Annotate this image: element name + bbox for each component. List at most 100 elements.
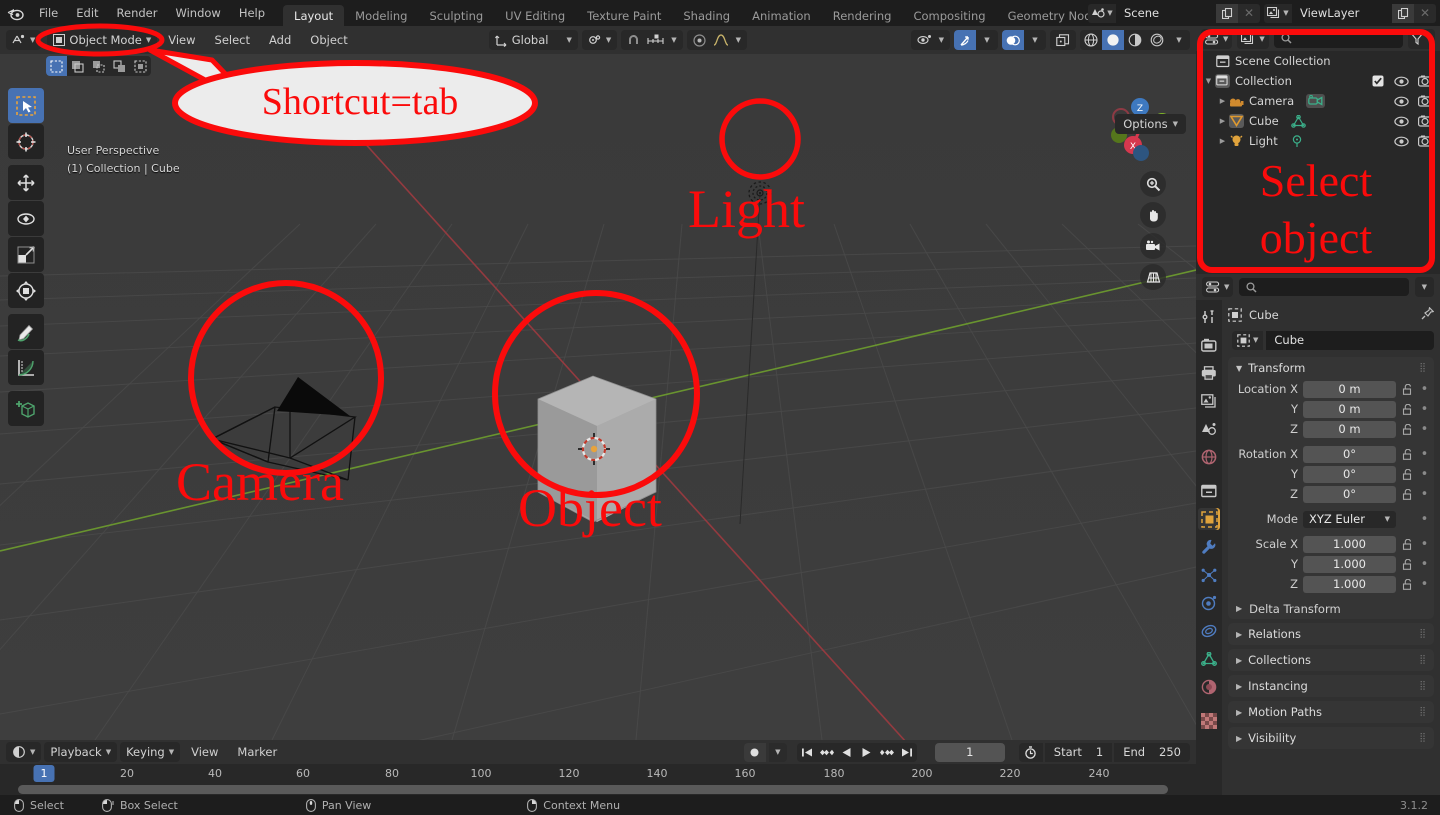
light-eye-icon[interactable] [1394, 136, 1409, 147]
toggle-ortho-icon[interactable] [1140, 264, 1166, 290]
scale-z-lock-icon[interactable] [1401, 578, 1414, 590]
select-mode-circle[interactable] [88, 56, 109, 76]
drag-handle-icon[interactable]: ⣿ [1419, 363, 1426, 373]
outliner-editor[interactable]: ▼ ▼ ▼ Scene Collection ▼ Collection ▶ Ca… [1196, 26, 1440, 274]
tab-texture-paint[interactable]: Texture Paint [576, 5, 672, 26]
tab-compositing[interactable]: Compositing [902, 5, 996, 26]
viewport-menu-object[interactable]: Object [302, 30, 355, 50]
wrench-icon[interactable] [1198, 536, 1220, 558]
drag-handle-icon[interactable]: ⣿ [1419, 733, 1426, 743]
object-types-visibility-icon[interactable]: ▼ [910, 30, 950, 50]
checker-texture-icon[interactable] [1198, 710, 1220, 732]
rotation-x-value[interactable]: 0° [1303, 445, 1396, 463]
rotation-z-lock-icon[interactable] [1401, 488, 1414, 500]
annotate-tool[interactable] [8, 314, 44, 349]
collection-box-icon[interactable] [1198, 480, 1220, 502]
instancing-panel[interactable]: ▶ Instancing ⣿ [1228, 675, 1434, 697]
shading-wireframe-icon[interactable] [1080, 30, 1102, 50]
pan-hand-icon[interactable] [1140, 202, 1166, 228]
object-square-icon[interactable] [1198, 508, 1220, 530]
location-y-animate-dot[interactable]: • [1419, 403, 1430, 416]
scale-x-animate-dot[interactable]: • [1419, 538, 1430, 551]
object-name-field[interactable]: ▼ Cube [1232, 329, 1434, 351]
menu-edit[interactable]: Edit [67, 0, 107, 26]
images-icon[interactable] [1198, 390, 1220, 412]
funnel-icon[interactable]: ▼ [1407, 28, 1435, 49]
location-z-lock-icon[interactable] [1401, 423, 1414, 435]
visibility-panel-header[interactable]: ▶ Visibility ⣿ [1228, 727, 1434, 749]
delta-transform-subpanel[interactable]: ▶ Delta Transform [1228, 598, 1434, 619]
blender-logo-icon[interactable] [0, 6, 30, 21]
select-mode-extend[interactable] [130, 56, 151, 76]
frame-start-field[interactable]: Start 1 [1044, 742, 1113, 762]
rotation-z-animate-dot[interactable]: • [1419, 488, 1430, 501]
particles-icon[interactable] [1198, 564, 1220, 586]
drag-handle-icon[interactable]: ⣿ [1419, 655, 1426, 665]
scale-y-animate-dot[interactable]: • [1419, 558, 1430, 571]
current-frame-field[interactable]: 1 [934, 742, 1005, 762]
transform-tool[interactable] [8, 273, 44, 308]
outliner-display-mode-icon[interactable]: ▼ [1201, 28, 1233, 49]
timeline-menu-playback[interactable]: Playback ▼ [44, 742, 118, 762]
rotate-tool[interactable] [8, 201, 44, 236]
mesh-data-triangle-icon[interactable] [1198, 648, 1220, 670]
expand-camera-icon[interactable]: ▶ [1216, 97, 1229, 105]
collection-eye-icon[interactable] [1394, 76, 1409, 87]
outliner-row-camera[interactable]: ▶ Camera [1196, 91, 1440, 111]
transform-orientation-dropdown[interactable]: Global ▼ [488, 30, 578, 50]
timeline-horizontal-scrollbar[interactable] [18, 785, 1168, 794]
zoom-icon[interactable] [1140, 171, 1166, 197]
render-camera-icon[interactable] [1198, 334, 1220, 356]
camera-render-icon[interactable] [1418, 95, 1432, 107]
tab-layout[interactable]: Layout [283, 5, 345, 26]
cube-render-icon[interactable] [1418, 115, 1432, 127]
tab-rendering[interactable]: Rendering [822, 5, 903, 26]
add-cube-tool[interactable] [8, 391, 44, 426]
rotation-y-animate-dot[interactable]: • [1419, 468, 1430, 481]
auto-keying-record-icon[interactable] [743, 742, 766, 762]
cube-eye-icon[interactable] [1394, 116, 1409, 127]
outliner-row-cube[interactable]: ▶ Cube [1196, 111, 1440, 131]
location-x-animate-dot[interactable]: • [1419, 383, 1430, 396]
drag-handle-icon[interactable]: ⣿ [1419, 707, 1426, 717]
select-mode-tweak[interactable] [46, 56, 67, 76]
transform-panel-header[interactable]: ▼ Transform ⣿ [1228, 357, 1434, 379]
physics-orbit-icon[interactable] [1198, 592, 1220, 614]
gizmo-icon[interactable] [954, 30, 976, 50]
rotation-z-value[interactable]: 0° [1303, 485, 1396, 503]
camera-eye-icon[interactable] [1394, 96, 1409, 107]
visibility-panel[interactable]: ▶ Visibility ⣿ [1228, 727, 1434, 749]
rotation-mode-animate-dot[interactable]: • [1419, 513, 1430, 526]
relations-panel[interactable]: ▶ Relations ⣿ [1228, 623, 1434, 645]
close-scene-icon[interactable]: ✕ [1238, 3, 1260, 23]
timeline-body[interactable]: 1 20 40 60 80 100 120 140 160 180 200 22… [0, 764, 1196, 795]
select-mode-lasso[interactable] [109, 56, 130, 76]
timeline-ruler[interactable]: 1 20 40 60 80 100 120 140 160 180 200 22… [0, 764, 1196, 784]
shading-mode-group[interactable]: ▼ [1080, 30, 1190, 50]
rotation-y-value[interactable]: 0° [1303, 465, 1396, 483]
material-sphere-icon[interactable] [1198, 676, 1220, 698]
timeline-playhead[interactable]: 1 [33, 765, 55, 782]
object-mode-dropdown[interactable]: Object Mode ▼ [47, 30, 158, 50]
frame-end-field[interactable]: End 250 [1114, 742, 1190, 762]
tab-animation[interactable]: Animation [741, 5, 822, 26]
menu-file[interactable]: File [30, 0, 67, 26]
tab-uv-editing[interactable]: UV Editing [494, 5, 576, 26]
viewport-options-dropdown[interactable]: Options ▼ [1115, 114, 1186, 134]
menu-help[interactable]: Help [230, 0, 274, 26]
viewlayer-name[interactable]: ViewLayer [1292, 3, 1392, 23]
rotation-y-lock-icon[interactable] [1401, 468, 1414, 480]
pin-icon[interactable] [1421, 306, 1435, 323]
mesh-data-icon[interactable] [1290, 114, 1306, 128]
auto-keying-dropdown[interactable]: ▼ [768, 742, 787, 762]
collections-panel[interactable]: ▶ Collections ⣿ [1228, 649, 1434, 671]
scale-x-lock-icon[interactable] [1401, 538, 1414, 550]
outliner-search-input[interactable] [1273, 29, 1403, 48]
select-mode-box[interactable] [67, 56, 88, 76]
expand-collection-icon[interactable]: ▼ [1202, 77, 1215, 85]
scale-y-value[interactable]: 1.000 [1303, 555, 1396, 573]
new-viewlayer-icon[interactable] [1392, 3, 1414, 23]
location-y-value[interactable]: 0 m [1303, 400, 1396, 418]
tab-modeling[interactable]: Modeling [344, 5, 418, 26]
relations-panel-header[interactable]: ▶ Relations ⣿ [1228, 623, 1434, 645]
